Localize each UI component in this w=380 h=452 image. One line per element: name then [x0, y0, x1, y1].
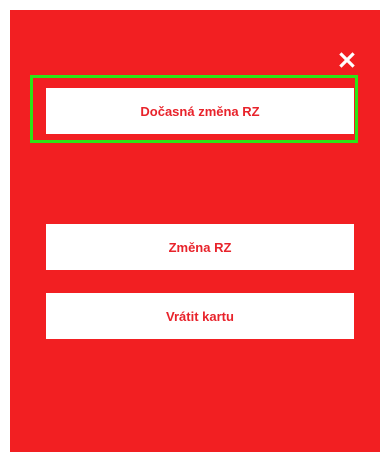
close-icon [339, 52, 355, 68]
page: Dočasná změna RZ Změna RZ Vrátit kartu [0, 0, 380, 452]
close-button[interactable] [337, 50, 357, 70]
return-card-button[interactable]: Vrátit kartu [46, 293, 354, 339]
temporary-plate-change-button[interactable]: Dočasná změna RZ [46, 88, 354, 134]
action-menu-panel: Dočasná změna RZ Změna RZ Vrátit kartu [10, 10, 380, 452]
plate-change-button[interactable]: Změna RZ [46, 224, 354, 270]
